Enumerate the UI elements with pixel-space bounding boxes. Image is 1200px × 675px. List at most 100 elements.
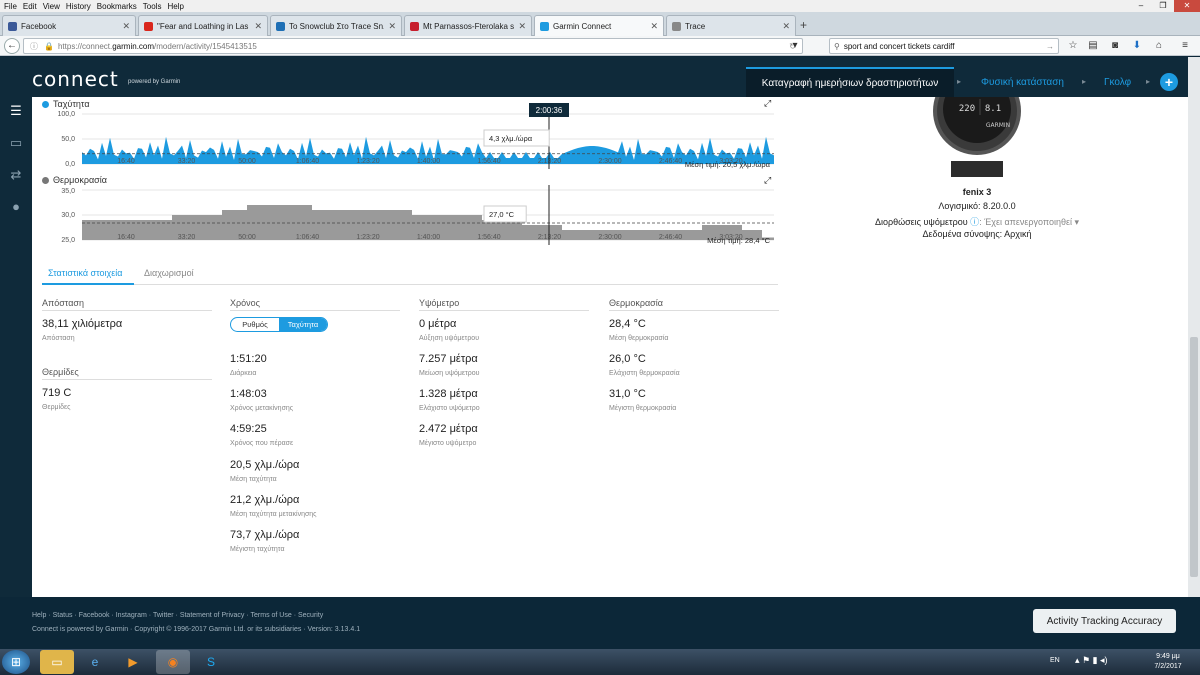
explorer-icon[interactable]: ▭ bbox=[40, 650, 74, 674]
speed-ytick: 100,0 bbox=[57, 111, 75, 118]
x-tick-label: 1:56:40 bbox=[477, 158, 500, 165]
menu-bookmarks[interactable]: Bookmarks bbox=[97, 2, 137, 11]
new-tab-button[interactable]: + bbox=[800, 18, 807, 32]
device-name: fenix 3 bbox=[962, 187, 992, 197]
reading-list-icon[interactable]: ▤ bbox=[1086, 39, 1100, 53]
minimize-button[interactable]: – bbox=[1130, 0, 1152, 12]
tab-garmin-connect[interactable]: Garmin Connect ✕ bbox=[534, 15, 664, 36]
toggle-pace[interactable]: Ρυθμός bbox=[231, 318, 279, 331]
close-tab-icon[interactable]: ✕ bbox=[254, 21, 262, 32]
connect-logo[interactable]: connect bbox=[32, 67, 119, 91]
expand-speed-chart-icon[interactable]: ⤢ bbox=[764, 98, 771, 109]
time-label: Μέγιστη ταχύτητα bbox=[230, 546, 285, 553]
menu-tools[interactable]: Tools bbox=[143, 2, 162, 11]
temp-ytick: 35,0 bbox=[61, 188, 75, 195]
skype-icon[interactable]: S bbox=[194, 650, 228, 674]
speed-chart[interactable]: 16:40 33:20 50:00 1:06:40 1:23:20 1:40:00 1:56… bbox=[82, 103, 774, 169]
close-tab-icon[interactable]: ✕ bbox=[122, 21, 130, 32]
connections-icon[interactable]: ⇄ bbox=[8, 167, 24, 183]
dropdown-arrow-icon[interactable]: ▾ bbox=[788, 39, 802, 53]
menu-bar: File Edit View History Bookmarks Tools H… bbox=[0, 0, 1200, 12]
taskbar-clock[interactable]: 9:49 μμ 7/2/2017 bbox=[1148, 652, 1188, 672]
user-icon[interactable]: ● bbox=[8, 199, 24, 215]
tab-facebook[interactable]: Facebook ✕ bbox=[2, 15, 136, 36]
x-tick-label: 1:23:20 bbox=[356, 158, 379, 165]
media-player-icon[interactable]: ▶ bbox=[116, 650, 150, 674]
close-window-button[interactable]: ✕ bbox=[1174, 0, 1200, 12]
activity-tracking-accuracy-button[interactable]: Activity Tracking Accuracy bbox=[1033, 609, 1176, 633]
footer-link[interactable]: Statement of Privacy bbox=[180, 612, 245, 619]
watch-image: 220 8.1 GARMIN bbox=[933, 97, 1021, 177]
maximize-button[interactable]: ❐ bbox=[1152, 0, 1174, 12]
footer-link[interactable]: Security bbox=[298, 612, 323, 619]
tab-snowclub[interactable]: To Snowclub Στο Trace Sn... ✕ bbox=[270, 15, 402, 36]
menu-hamburger-icon[interactable]: ≡ bbox=[1178, 39, 1192, 53]
bookmark-star-icon[interactable]: ☆ bbox=[1066, 39, 1080, 53]
menu-history[interactable]: History bbox=[66, 2, 91, 11]
temperature-chart[interactable]: 16:40 33:20 50:00 1:06:40 1:23:20 1:40:00 1:56… bbox=[82, 185, 774, 245]
search-go-icon[interactable]: → bbox=[1046, 42, 1054, 51]
time-value: 4:59:25 bbox=[230, 423, 267, 435]
close-tab-icon[interactable]: ✕ bbox=[388, 21, 396, 32]
system-tray-icons[interactable]: ▴ ⚑ ▮ ◂) bbox=[1075, 655, 1108, 666]
home-icon[interactable]: ⌂ bbox=[1152, 39, 1166, 53]
close-tab-icon[interactable]: ✕ bbox=[518, 21, 526, 32]
elevation-header: Υψόμετρο bbox=[419, 298, 589, 311]
search-icon: ⚲ bbox=[834, 41, 840, 51]
close-tab-icon[interactable]: ✕ bbox=[650, 21, 658, 32]
menu-file[interactable]: File bbox=[4, 2, 17, 11]
nav-dropdown-icon[interactable]: ▸ bbox=[1146, 77, 1150, 86]
tab-trace[interactable]: Trace ✕ bbox=[666, 15, 796, 36]
x-tick-label: 2:13:20 bbox=[538, 158, 561, 165]
page-scrollbar[interactable] bbox=[1188, 57, 1200, 597]
temperature-value: 31,0 °C bbox=[609, 388, 646, 400]
tab-fear-and-loathing[interactable]: "Fear and Loathing in Las V... ✕ bbox=[138, 15, 268, 36]
facebook-favicon-icon bbox=[8, 21, 17, 31]
search-input[interactable]: ⚲ sport and concert tickets cardiff → bbox=[829, 38, 1059, 54]
firefox-icon[interactable]: ◉ bbox=[156, 650, 190, 674]
footer-link[interactable]: Facebook bbox=[79, 612, 110, 619]
summary-data: Δεδομένα σύνοψης: Αρχική bbox=[922, 229, 1032, 239]
info-icon[interactable]: ⓘ bbox=[30, 41, 38, 52]
nav-dropdown-icon[interactable]: ▸ bbox=[1082, 77, 1086, 86]
back-button[interactable]: ← bbox=[4, 38, 20, 54]
footer-link[interactable]: Twitter bbox=[153, 612, 174, 619]
tab-statistics[interactable]: Στατιστικά στοιχεία bbox=[48, 268, 122, 278]
downloads-icon[interactable]: ⬇ bbox=[1130, 39, 1144, 53]
footer-link[interactable]: Status bbox=[53, 612, 73, 619]
start-button-icon[interactable]: ⊞ bbox=[2, 650, 30, 674]
internet-explorer-icon[interactable]: e bbox=[78, 650, 112, 674]
calories-header: Θερμίδες bbox=[42, 367, 212, 380]
footer-link[interactable]: Help bbox=[32, 612, 46, 619]
nav-tab-daily-activities[interactable]: Καταγραφή ημερήσιων δραστηριοτήτων bbox=[746, 67, 954, 97]
nav-tab-golf[interactable]: Γκολφ bbox=[1104, 67, 1131, 97]
add-button[interactable]: + bbox=[1160, 73, 1178, 91]
nav-tab-fitness[interactable]: Φυσική κατάσταση bbox=[981, 67, 1064, 97]
toggle-speed[interactable]: Ταχύτητα bbox=[279, 318, 327, 331]
pace-speed-toggle[interactable]: Ρυθμός Ταχύτητα bbox=[230, 317, 328, 332]
footer-link[interactable]: Terms of Use bbox=[251, 612, 292, 619]
windows-taskbar: ⊞ ▭ e ▶ ◉ S EN ▴ ⚑ ▮ ◂) 9:49 μμ 7/2/2017 bbox=[0, 649, 1200, 675]
menu-help[interactable]: Help bbox=[167, 2, 183, 11]
tab-splits[interactable]: Διαχωρισμοί bbox=[144, 268, 194, 278]
footer: Help · Status · Facebook · Instagram · T… bbox=[0, 597, 1200, 649]
x-tick-label: 16:40 bbox=[117, 234, 135, 241]
nav-dropdown-icon[interactable]: ▸ bbox=[957, 77, 961, 86]
tab-parnassos[interactable]: Mt Parnassos-Fterolaka sn... ✕ bbox=[404, 15, 532, 36]
language-indicator[interactable]: EN bbox=[1050, 657, 1060, 664]
menu-edit[interactable]: Edit bbox=[23, 2, 37, 11]
speed-chart-label: Ταχύτητα bbox=[42, 99, 90, 109]
x-tick-label: 33:20 bbox=[178, 234, 196, 241]
url-bar[interactable]: ⓘ 🔒 https://connect. garmin.com/modern/ac… bbox=[23, 38, 803, 54]
hamburger-menu-icon[interactable]: ☰ bbox=[8, 103, 24, 119]
footer-link[interactable]: Instagram bbox=[116, 612, 147, 619]
garmin-header: connect powered by Garmin Καταγραφή ημερ… bbox=[0, 57, 1200, 97]
close-tab-icon[interactable]: ✕ bbox=[782, 21, 790, 32]
scrollbar-thumb[interactable] bbox=[1190, 337, 1198, 577]
help-icon[interactable]: ⓘ bbox=[970, 217, 979, 227]
chevron-down-icon[interactable]: ▾ bbox=[1072, 217, 1080, 227]
pocket-icon[interactable]: ◙ bbox=[1108, 39, 1122, 53]
elevation-label: Μείωση υψόμετρου bbox=[419, 370, 480, 377]
inbox-icon[interactable]: ▭ bbox=[8, 135, 24, 151]
menu-view[interactable]: View bbox=[43, 2, 60, 11]
